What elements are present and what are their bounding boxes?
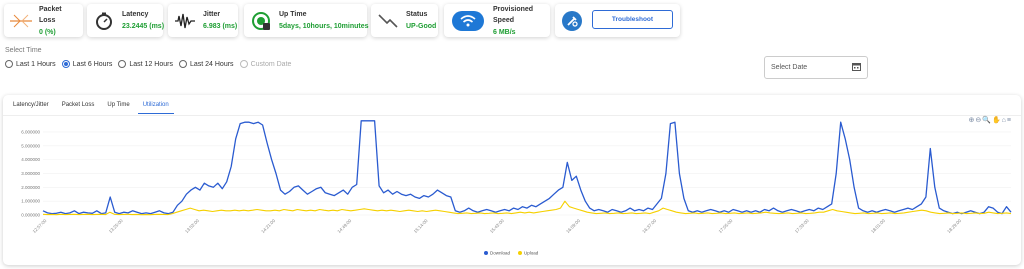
wifi-icon	[450, 10, 486, 32]
radio-last-12-hours[interactable]: Last 12 Hours	[118, 60, 173, 68]
latency-icon	[93, 10, 115, 32]
x-tick-label: 15:43:00	[489, 218, 505, 234]
metric-card-packet-loss: Packet Loss 0 (%)	[4, 4, 83, 37]
metric-card-jitter: Jitter 6.983 (ms)	[168, 4, 238, 37]
uptime-icon	[250, 10, 272, 32]
troubleshoot-button[interactable]: Troubleshoot	[592, 10, 673, 29]
legend-label: Upload	[524, 251, 539, 256]
x-tick-label: 16:37:00	[641, 218, 657, 234]
metric-value: 23.2445 (ms)	[122, 23, 165, 30]
metric-label: Status	[406, 11, 428, 18]
metric-card-status: Status UP-Good	[371, 4, 438, 37]
metric-label: Up Time	[279, 11, 307, 18]
radio-button[interactable]	[178, 60, 187, 68]
radio-label: Custom Date	[250, 60, 292, 68]
legend-marker	[484, 251, 488, 255]
radio-button[interactable]	[118, 60, 127, 68]
legend-marker	[518, 251, 522, 255]
metric-label: Packet Loss	[39, 5, 62, 24]
legend-label: Download	[490, 251, 511, 256]
series-line-download	[42, 120, 1012, 215]
x-tick-label: 15:14:00	[413, 218, 429, 234]
radio-button[interactable]	[61, 60, 70, 68]
x-tick-label: 18:01:00	[870, 218, 886, 234]
metric-card-up-time: Up Time 5days, 10hours, 10minutes	[244, 4, 369, 37]
x-tick-label: 16:09:00	[565, 218, 581, 234]
radio-last-24-hours[interactable]: Last 24 Hours	[178, 60, 234, 68]
radio-last-1-hours[interactable]: Last 1 Hours	[5, 60, 56, 68]
metric-value: 5days, 10hours, 10minutes	[279, 23, 369, 30]
time-range-radio-group: Last 1 Hours Last 6 Hours Last 12 Hours …	[5, 60, 297, 68]
packet-loss-icon	[10, 10, 32, 32]
metric-value: 0 (%)	[39, 28, 56, 36]
metric-card-provisioned-speed: Provisioned Speed 6 MB/s	[444, 4, 550, 37]
metric-label: Jitter	[203, 11, 221, 18]
select-date-placeholder: Select Date	[771, 64, 808, 71]
radio-label: Last 1 Hours	[16, 60, 56, 68]
y-tick-label: 5.000000	[21, 143, 40, 148]
metric-value: UP-Good	[406, 23, 437, 30]
status-icon	[377, 10, 399, 32]
metric-label: Provisioned Speed	[493, 5, 534, 24]
utilization-chart-card: Latency/Jitter Packet Loss Up Time Utili…	[3, 95, 1021, 265]
x-tick-label: 13:53:00	[184, 218, 200, 234]
radio-custom-date[interactable]: Custom Date	[239, 60, 292, 68]
x-tick-label: 18:29:00	[946, 218, 962, 234]
radio-button[interactable]	[239, 60, 248, 68]
select-time-label: Select Time	[5, 47, 42, 54]
y-tick-label: 1.000000	[21, 199, 40, 204]
radio-label: Last 24 Hours	[189, 60, 234, 68]
y-tick-label: 3.000000	[21, 171, 40, 176]
radio-button[interactable]	[5, 60, 13, 68]
metric-card-latency: Latency 23.2445 (ms)	[87, 4, 165, 37]
radio-last-6-hours[interactable]: Last 6 Hours	[61, 60, 113, 68]
metric-label: Latency	[122, 11, 149, 18]
x-tick-label: 14:49:00	[336, 218, 352, 234]
x-tick-label: 17:05:00	[718, 218, 734, 234]
metric-value: 6.983 (ms)	[203, 23, 238, 30]
jitter-icon	[174, 10, 196, 32]
y-tick-label: 2.000000	[21, 185, 40, 190]
utilization-chart: 0.000000 1.000000 2.000000 3.000000 4.000000…	[21, 120, 1012, 256]
metric-value: 6 MB/s	[493, 28, 516, 36]
x-tick-label: 17:33:00	[794, 218, 810, 234]
y-tick-label: 6.000000	[21, 129, 40, 134]
radio-label: Last 12 Hours	[129, 60, 173, 68]
calendar-icon[interactable]	[852, 62, 861, 73]
y-tick-label: 4.000000	[21, 157, 40, 162]
tools-icon	[561, 10, 583, 32]
radio-label: Last 6 Hours	[72, 60, 113, 68]
select-date-input[interactable]: Select Date	[764, 56, 868, 79]
y-tick-label: 0.000000	[21, 213, 40, 218]
x-tick-label: 14:21:00	[260, 218, 276, 234]
x-tick-label: 12:57:00	[32, 218, 48, 234]
x-tick-label: 13:25:00	[108, 218, 124, 234]
